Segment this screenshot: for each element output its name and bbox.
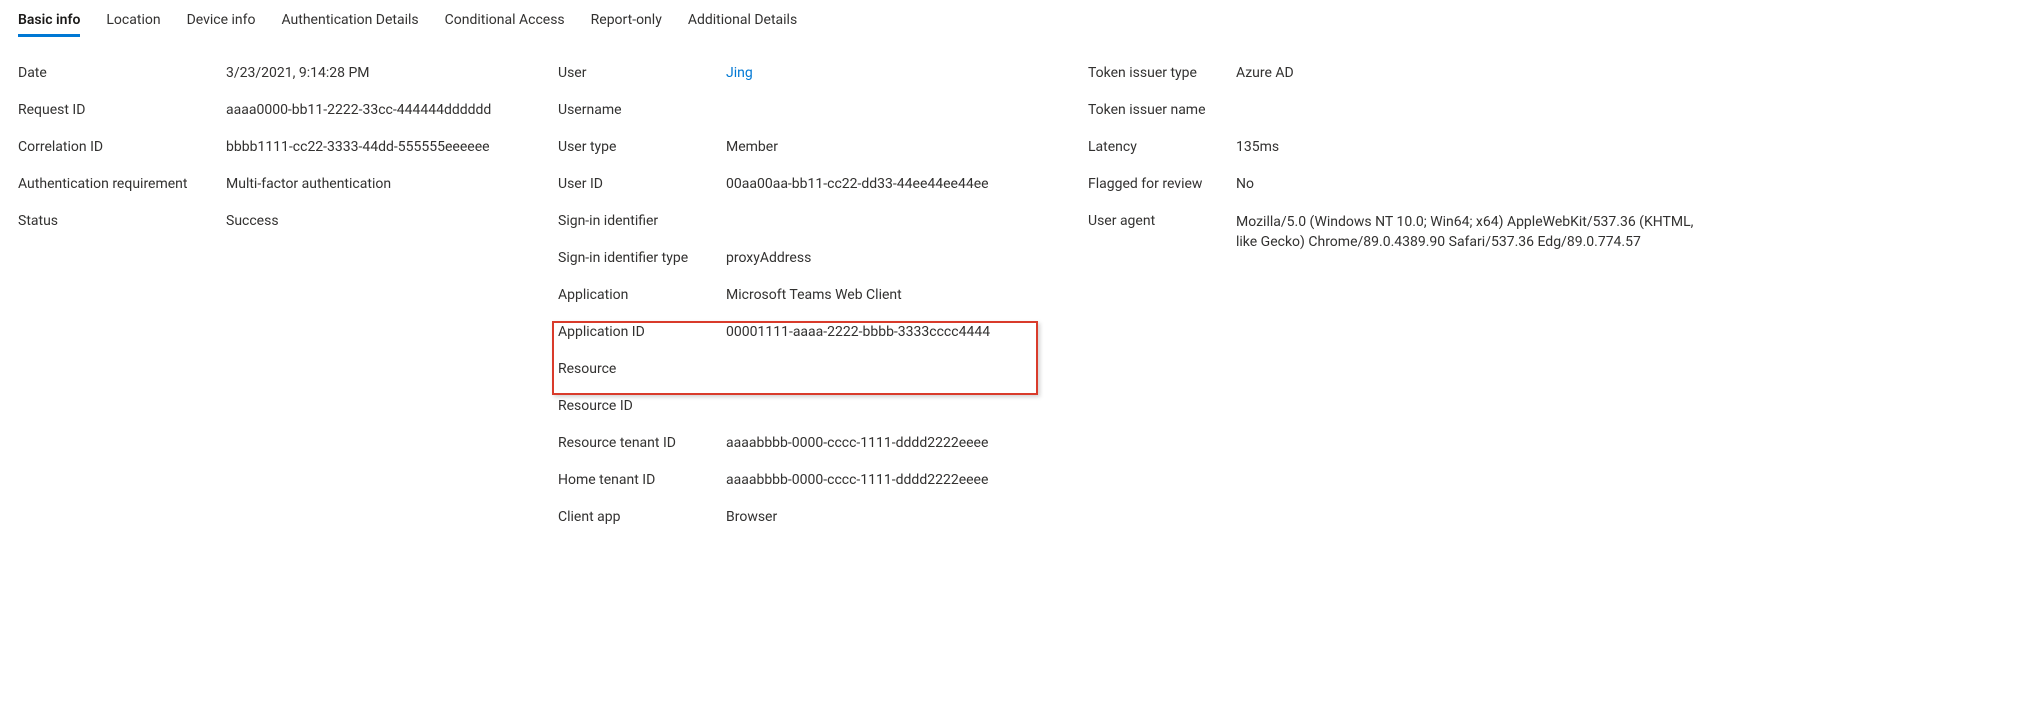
label-application: Application [558,277,726,314]
value-application-id: 00001111-aaaa-2222-bbbb-3333cccc4444 [726,314,1048,351]
row-resource-tenant-id: Resource tenant ID aaaabbbb-0000-cccc-11… [558,425,1048,462]
row-application-id: Application ID 00001111-aaaa-2222-bbbb-3… [558,314,1048,351]
row-token-issuer-name: Token issuer name [1088,92,1708,129]
row-token-issuer-type: Token issuer type Azure AD [1088,55,1708,92]
row-user-type: User type Member [558,129,1048,166]
row-user-agent: User agent Mozilla/5.0 (Windows NT 10.0;… [1088,203,1708,263]
tab-report-only[interactable]: Report-only [591,6,662,36]
row-correlation-id: Correlation ID bbbb1111-cc22-3333-44dd-5… [18,129,518,166]
value-token-issuer-type: Azure AD [1236,55,1708,92]
label-application-id: Application ID [558,314,726,351]
row-auth-requirement: Authentication requirement Multi-factor … [18,166,518,203]
row-latency: Latency 135ms [1088,129,1708,166]
details-col-2: User Jing Username User type Member User… [558,55,1048,536]
tab-additional-details[interactable]: Additional Details [688,6,797,36]
label-home-tenant-id: Home tenant ID [558,462,726,499]
tab-device-info[interactable]: Device info [187,6,256,36]
tab-auth-details[interactable]: Authentication Details [281,6,418,36]
value-home-tenant-id: aaaabbbb-0000-cccc-1111-dddd2222eeee [726,462,1048,499]
row-signin-identifier-type: Sign-in identifier type proxyAddress [558,240,1048,277]
label-user-id: User ID [558,166,726,203]
label-latency: Latency [1088,129,1236,166]
label-username: Username [558,92,726,129]
value-status: Success [226,203,518,240]
value-date: 3/23/2021, 9:14:28 PM [226,55,518,92]
value-user-link[interactable]: Jing [726,55,1048,92]
label-client-app: Client app [558,499,726,536]
label-user: User [558,55,726,92]
row-user: User Jing [558,55,1048,92]
row-client-app: Client app Browser [558,499,1048,536]
label-date: Date [18,55,226,92]
row-resource-id: Resource ID [558,388,1048,425]
label-token-issuer-type: Token issuer type [1088,55,1236,92]
tab-conditional-access[interactable]: Conditional Access [445,6,565,36]
row-status: Status Success [18,203,518,240]
row-username: Username [558,92,1048,129]
label-signin-identifier: Sign-in identifier [558,203,726,240]
row-date: Date 3/23/2021, 9:14:28 PM [18,55,518,92]
label-correlation-id: Correlation ID [18,129,226,166]
label-token-issuer-name: Token issuer name [1088,92,1236,129]
value-resource-tenant-id: aaaabbbb-0000-cccc-1111-dddd2222eeee [726,425,1048,462]
details-col-3: Token issuer type Azure AD Token issuer … [1088,55,1708,263]
row-resource: Resource [558,351,1048,388]
value-client-app: Browser [726,499,1048,536]
details-tabs: Basic info Location Device info Authenti… [18,6,2026,37]
label-status: Status [18,203,226,240]
value-auth-requirement: Multi-factor authentication [226,166,518,203]
label-signin-identifier-type: Sign-in identifier type [558,240,726,277]
row-signin-identifier: Sign-in identifier [558,203,1048,240]
row-application: Application Microsoft Teams Web Client [558,277,1048,314]
row-flagged-for-review: Flagged for review No [1088,166,1708,203]
details-columns: Date 3/23/2021, 9:14:28 PM Request ID aa… [18,55,2026,536]
tab-location[interactable]: Location [106,6,160,36]
label-resource: Resource [558,351,726,388]
details-col-1: Date 3/23/2021, 9:14:28 PM Request ID aa… [18,55,518,240]
tab-basic-info[interactable]: Basic info [18,6,80,36]
label-resource-id: Resource ID [558,388,726,425]
row-request-id: Request ID aaaa0000-bb11-2222-33cc-44444… [18,92,518,129]
value-signin-identifier-type: proxyAddress [726,240,1048,277]
value-request-id: aaaa0000-bb11-2222-33cc-444444dddddd [226,92,518,129]
value-user-id: 00aa00aa-bb11-cc22-dd33-44ee44ee44ee [726,166,1048,203]
value-user-agent: Mozilla/5.0 (Windows NT 10.0; Win64; x64… [1236,203,1708,252]
label-flagged-for-review: Flagged for review [1088,166,1236,203]
value-latency: 135ms [1236,129,1708,166]
signin-details-panel: Basic info Location Device info Authenti… [0,0,2044,560]
row-home-tenant-id: Home tenant ID aaaabbbb-0000-cccc-1111-d… [558,462,1048,499]
row-user-id: User ID 00aa00aa-bb11-cc22-dd33-44ee44ee… [558,166,1048,203]
value-correlation-id: bbbb1111-cc22-3333-44dd-555555eeeeee [226,129,518,166]
label-request-id: Request ID [18,92,226,129]
value-flagged-for-review: No [1236,166,1708,203]
value-application: Microsoft Teams Web Client [726,277,1048,314]
value-user-type: Member [726,129,1048,166]
label-user-type: User type [558,129,726,166]
label-auth-requirement: Authentication requirement [18,166,226,203]
label-user-agent: User agent [1088,203,1236,240]
label-resource-tenant-id: Resource tenant ID [558,425,726,462]
